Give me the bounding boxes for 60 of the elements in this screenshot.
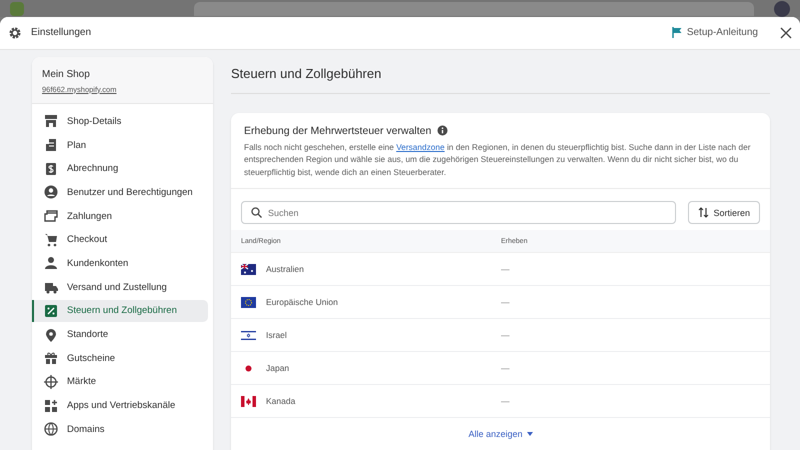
australia-flag-icon (241, 264, 256, 274)
percent-icon (44, 304, 58, 318)
user-icon (44, 185, 58, 200)
sort-button[interactable]: Sortieren (688, 201, 760, 224)
card-description: Falls noch nicht geschehen, erstelle eine Versandzone in den Regionen, in denen du steuerpflichtig bist. Suche dann in der Liste nach der entsprechenden Region und wähle sie aus, um die zugehörigen Steuereinstellungen zu verwalten. Wenn du dir nicht sicher bist, wo du steuerpflichtig bist, wende dich an einen Steuerberater. (244, 140, 752, 178)
sidebar-item[interactable]: Abrechnung (32, 157, 208, 180)
info-icon (437, 125, 448, 136)
sidebar-item[interactable]: Zahlungen (32, 204, 208, 228)
table-cell: — (501, 363, 510, 373)
sidebar-item[interactable]: Gutscheine (32, 346, 208, 370)
region-name[interactable]: Kanada (266, 396, 296, 406)
sidebar-item[interactable]: Standorte (32, 323, 208, 346)
card-title: Erhebung der Mehrwertsteuer verwalten (244, 124, 432, 136)
table-cell: — (501, 264, 510, 274)
table-cell: — (501, 396, 510, 406)
shop-name: Mein Shop (42, 68, 91, 80)
flag-icon (672, 27, 682, 38)
store-icon (44, 114, 58, 128)
page-title: Steuern und Zollgebühren (231, 56, 770, 94)
sidebar-item[interactable]: Checkout (32, 228, 208, 252)
logo-placeholder (10, 2, 24, 16)
shipping-zone-link[interactable]: Versandzone (396, 142, 445, 152)
search-icon (251, 207, 262, 218)
eu-flag-icon (241, 296, 256, 308)
region-name[interactable]: Europäische Union (266, 297, 338, 307)
caret-down-icon (526, 432, 533, 436)
sidebar-item[interactable]: Domains (32, 418, 208, 441)
region-name[interactable]: Australien (266, 264, 304, 274)
israel-flag-icon (241, 330, 256, 340)
canada-flag-icon (241, 396, 256, 406)
truck-icon (44, 280, 58, 294)
gift-icon (44, 351, 58, 366)
show-all-button[interactable]: Alle anzeigen (468, 429, 533, 439)
search-field[interactable]: Suchen (241, 201, 676, 224)
document-icon (44, 138, 58, 152)
window-title: Einstellungen (31, 27, 92, 38)
sidebar-item[interactable]: Plan (32, 134, 208, 156)
sidebar-item[interactable]: Kundenkonten (32, 252, 208, 275)
apps-icon (44, 398, 58, 413)
sidebar-item[interactable]: Shop-Details (32, 110, 208, 133)
close-icon (780, 26, 792, 39)
card-icon (44, 209, 58, 224)
person-icon (44, 256, 58, 270)
sidebar-item[interactable]: Versand und Zustellung (32, 276, 208, 298)
setup-guide-link[interactable]: Setup-Anleitung (672, 27, 758, 38)
region-name[interactable]: Israel (266, 330, 287, 340)
settings-icon (8, 26, 22, 40)
location-pin-icon (44, 328, 58, 342)
avatar (774, 0, 790, 16)
sort-arrows-icon (698, 207, 710, 218)
sidebar-item[interactable]: Märkte (32, 370, 208, 394)
cart-icon (44, 232, 58, 247)
table-cell: — (501, 297, 510, 307)
sidebar-item[interactable]: Apps und Vertriebskanäle (32, 394, 208, 417)
region-name[interactable]: Japan (266, 363, 290, 373)
sidebar-item[interactable]: Steuern und Zollgebühren (32, 300, 208, 322)
table-cell: — (501, 330, 510, 340)
sidebar-item[interactable]: Benutzer und Berechtigungen (32, 181, 208, 204)
close-button[interactable] (780, 26, 792, 39)
receipt-icon (44, 162, 58, 176)
